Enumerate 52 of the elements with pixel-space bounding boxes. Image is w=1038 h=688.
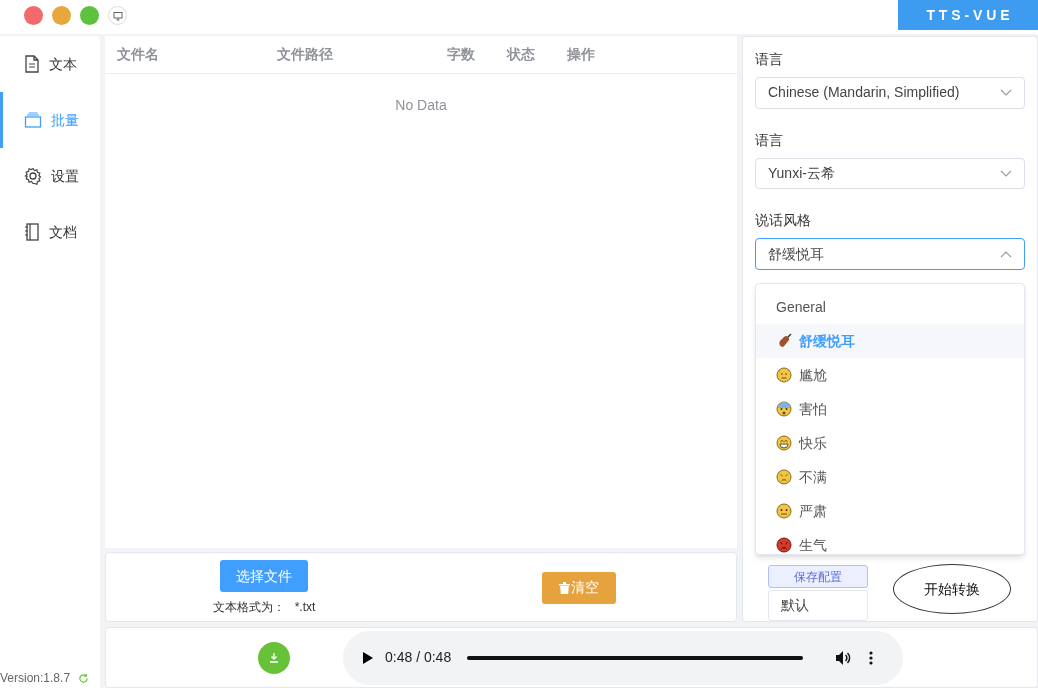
brand-logo: T T S - V U E: [898, 0, 1038, 30]
trash-icon: [559, 581, 570, 594]
document-icon: [24, 55, 40, 73]
progress-bar[interactable]: [467, 655, 804, 660]
field-label: 语言: [755, 130, 784, 150]
column-header: 文件名: [117, 46, 159, 62]
sidebar-item[interactable]: 文档: [0, 204, 100, 260]
dropdown-option[interactable]: 尴尬: [756, 358, 1024, 392]
drumstick-icon: [776, 333, 792, 349]
chevron-icon: [1000, 250, 1012, 259]
format-value: *.txt: [294, 599, 316, 616]
dropdown-option[interactable]: 害怕: [756, 392, 1024, 426]
settings-icon: [24, 167, 42, 185]
column-header: 文件路径: [277, 46, 333, 62]
notebook-icon: [24, 223, 40, 241]
sidebar-item[interactable]: 文本: [0, 36, 100, 92]
dropdown-option[interactable]: 不满: [756, 460, 1024, 494]
save-config-button[interactable]: 保存配置: [768, 565, 868, 588]
start-button[interactable]: 开始转换: [893, 564, 1011, 614]
field-label: 语言: [755, 50, 784, 69]
audio-player[interactable]: 0:48 / 0:48: [343, 630, 903, 685]
download-icon: [268, 651, 280, 664]
select-field[interactable]: Yunxi-云希: [755, 157, 1025, 190]
frowning-face-icon: [776, 469, 792, 485]
close-button[interactable]: [24, 6, 43, 25]
chevron-icon: [1000, 169, 1012, 178]
version-text: Version:1.8.7: [0, 670, 71, 687]
more-icon[interactable]: [869, 650, 874, 665]
dropdown-option[interactable]: 生气: [756, 528, 1024, 554]
group-label: General: [776, 298, 826, 317]
column-header: 状态: [507, 46, 535, 62]
time-text: 0:48 / 0:48: [385, 648, 452, 667]
column-header: 操作: [567, 46, 595, 62]
tray-icon: [24, 112, 42, 128]
select-field[interactable]: 舒缓悦耳: [755, 238, 1025, 270]
sidebar-item[interactable]: 设置: [0, 148, 100, 204]
neutral-face-icon: [776, 503, 792, 519]
empty-table-text: No Data: [395, 96, 447, 115]
default-button[interactable]: 默认: [768, 590, 868, 621]
format-label: 文本格式为：: [212, 599, 285, 616]
grinning-face-icon: [776, 435, 792, 451]
scared-face-icon: [776, 401, 792, 417]
column-header: 字数: [447, 46, 475, 62]
dropdown-option[interactable]: 严肃: [756, 494, 1024, 528]
select-field[interactable]: Chinese (Mandarin, Simplified): [755, 77, 1025, 109]
dropdown-option[interactable]: 快乐: [756, 426, 1024, 460]
volume-icon[interactable]: [835, 649, 852, 666]
chevron-icon: [1000, 88, 1012, 97]
angry-face-icon: [776, 537, 792, 553]
field-label: 说话风格: [755, 211, 812, 231]
sweat-face-icon: [776, 367, 792, 383]
play-icon[interactable]: [363, 651, 373, 664]
